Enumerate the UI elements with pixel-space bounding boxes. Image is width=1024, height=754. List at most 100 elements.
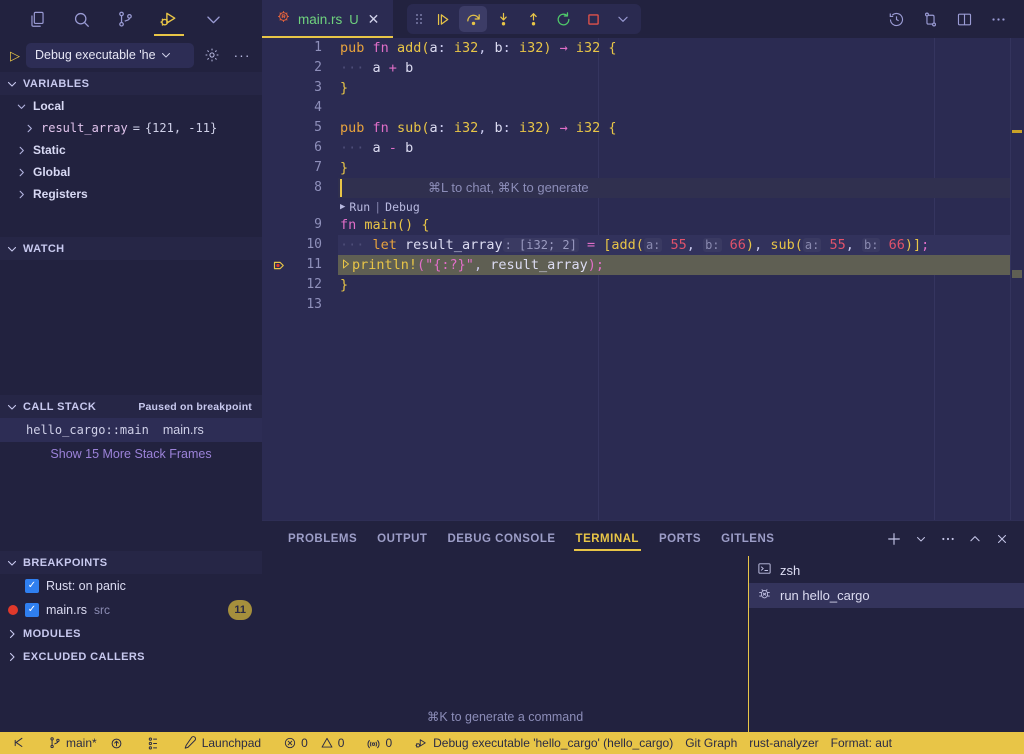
debug-view-more-icon[interactable]: ··· (230, 43, 254, 67)
tab-debug-console[interactable]: DEBUG CONSOLE (437, 521, 565, 556)
code-editor[interactable]: 1pub fn add(a: i32, b: i32) → i32 {2··· … (262, 38, 1024, 520)
rust-analyzer-item[interactable]: rust-analyzer (743, 732, 824, 754)
line-gutter[interactable]: 12 (262, 275, 338, 295)
split-editor-icon[interactable] (950, 5, 978, 33)
more-actions-icon[interactable] (984, 5, 1012, 33)
launchpad-item[interactable]: Launchpad (177, 732, 267, 754)
code-token: ( (795, 237, 803, 253)
code-line[interactable]: 10··· let result_array: [i32; 2] = [add(… (262, 235, 1024, 255)
line-gutter[interactable]: 5 (262, 118, 338, 138)
restart-button[interactable] (549, 6, 577, 32)
code-line[interactable]: 11println!("{:?}", result_array); (262, 255, 1024, 275)
editor-tab-main-rs[interactable]: main.rs U ✕ (262, 0, 393, 38)
breakpoint-item-main-rs[interactable]: ✓ main.rs src 11 (0, 598, 262, 622)
chevron-down-icon[interactable] (192, 0, 234, 38)
code-token: 55 (829, 237, 845, 253)
stop-button[interactable] (579, 6, 607, 32)
ports-item[interactable]: 0 (360, 732, 398, 754)
section-watch-header[interactable]: WATCH (0, 237, 262, 260)
codelens-run-link[interactable]: Run (349, 197, 370, 217)
new-terminal-button[interactable] (882, 527, 906, 551)
code-line[interactable]: 9fn main() { (262, 215, 1024, 235)
run-and-debug-icon[interactable] (148, 0, 190, 38)
debug-config-item[interactable]: Debug executable 'hello_cargo' (hello_ca… (408, 732, 679, 754)
code-line[interactable]: 3} (262, 78, 1024, 98)
line-gutter[interactable]: 8 (262, 178, 338, 198)
tab-ports[interactable]: PORTS (649, 521, 711, 556)
code-line[interactable]: 12} (262, 275, 1024, 295)
line-gutter[interactable]: 4 (262, 98, 338, 118)
breakpoint-item-rust-panic[interactable]: ✓ Rust: on panic (0, 574, 262, 598)
source-control-icon[interactable] (104, 0, 146, 38)
overview-ruler[interactable] (1010, 38, 1024, 520)
maximize-panel-button[interactable] (963, 527, 987, 551)
step-out-button[interactable] (519, 6, 547, 32)
editor-tab-close-icon[interactable]: ✕ (366, 12, 382, 26)
line-gutter[interactable]: 9 (262, 215, 338, 235)
variables-scope-local[interactable]: Local (0, 95, 262, 117)
variables-scope-registers[interactable]: Registers (0, 183, 262, 205)
section-variables-header[interactable]: VARIABLES (0, 72, 262, 95)
start-debug-icon[interactable]: ▷ (10, 49, 20, 62)
tab-output[interactable]: OUTPUT (367, 521, 437, 556)
section-modules-header[interactable]: MODULES (0, 622, 262, 645)
breakpoint-checkbox[interactable]: ✓ (25, 603, 39, 617)
debug-toolbar-more[interactable] (609, 6, 637, 32)
code-line[interactable]: 2··· a + b (262, 58, 1024, 78)
tab-problems[interactable]: PROBLEMS (278, 521, 367, 556)
terminal-list-item-zsh[interactable]: zsh (749, 558, 1024, 583)
grip-icon[interactable] (411, 12, 427, 26)
variables-scope-static[interactable]: Static (0, 139, 262, 161)
errors-item[interactable]: 0 0 (277, 732, 350, 754)
panel-more-button[interactable] (936, 527, 960, 551)
close-panel-button[interactable] (990, 527, 1014, 551)
continue-button[interactable] (429, 6, 457, 32)
line-gutter[interactable]: 11 (262, 255, 338, 275)
terminal-profile-chevron[interactable] (909, 527, 933, 551)
git-branch-item[interactable]: main* (42, 732, 103, 754)
remote-window-indicator[interactable] (6, 732, 32, 754)
breakpoint-checkbox[interactable]: ✓ (25, 579, 39, 593)
git-sync-item[interactable] (103, 732, 130, 754)
explorer-icon[interactable] (16, 0, 58, 38)
source-control-graph-icon[interactable] (916, 5, 944, 33)
line-gutter[interactable]: 7 (262, 158, 338, 178)
section-callstack-header[interactable]: CALL STACK Paused on breakpoint (0, 395, 262, 418)
line-gutter[interactable]: 2 (262, 58, 338, 78)
line-gutter[interactable]: 3 (262, 78, 338, 98)
section-excluded-callers-header[interactable]: EXCLUDED CALLERS (0, 645, 262, 668)
line-gutter[interactable]: 1 (262, 38, 338, 58)
line-gutter[interactable]: 13 (262, 295, 338, 315)
gear-icon[interactable] (200, 43, 224, 67)
launch-config-select[interactable]: Debug executable 'he (26, 43, 194, 68)
code-line[interactable]: 7} (262, 158, 1024, 178)
variable-result-array[interactable]: result_array = {121, -11} (0, 117, 262, 139)
code-line[interactable]: 5pub fn sub(a: i32, b: i32) → i32 { (262, 118, 1024, 138)
format-item[interactable]: Format: aut (825, 732, 898, 754)
line-number: 5 (314, 118, 322, 138)
step-into-button[interactable] (489, 6, 517, 32)
git-graph-item[interactable]: Git Graph (679, 732, 743, 754)
code-line[interactable]: 6··· a - b (262, 138, 1024, 158)
search-icon[interactable] (60, 0, 102, 38)
line-gutter[interactable]: 6 (262, 138, 338, 158)
show-more-stack-frames-link[interactable]: Show 15 More Stack Frames (0, 442, 262, 466)
line-gutter[interactable]: 10 (262, 235, 338, 255)
codelens-debug-link[interactable]: Debug (385, 197, 420, 217)
terminal-output-area[interactable]: ⌘K to generate a command (262, 556, 748, 732)
inline-suggestion-row[interactable]: 8⌘L to chat, ⌘K to generate (262, 178, 1024, 198)
tab-gitlens[interactable]: GITLENS (711, 521, 784, 556)
terminal-list-item-run-hello-cargo[interactable]: run hello_cargo (749, 583, 1024, 608)
code-line[interactable]: 4 (262, 98, 1024, 118)
inlay-hint: a: (644, 238, 662, 252)
timeline-history-icon[interactable] (882, 5, 910, 33)
code-line[interactable]: 13 (262, 295, 1024, 315)
call-stack-frame[interactable]: hello_cargo::main main.rs (0, 418, 262, 442)
code-line[interactable]: 1pub fn add(a: i32, b: i32) → i32 { (262, 38, 1024, 58)
step-over-button[interactable] (459, 6, 487, 32)
code-token: result_array (405, 237, 503, 253)
section-breakpoints-header[interactable]: BREAKPOINTS (0, 551, 262, 574)
gitlens-blame-item[interactable] (140, 732, 167, 754)
variables-scope-global[interactable]: Global (0, 161, 262, 183)
tab-terminal[interactable]: TERMINAL (566, 521, 649, 556)
